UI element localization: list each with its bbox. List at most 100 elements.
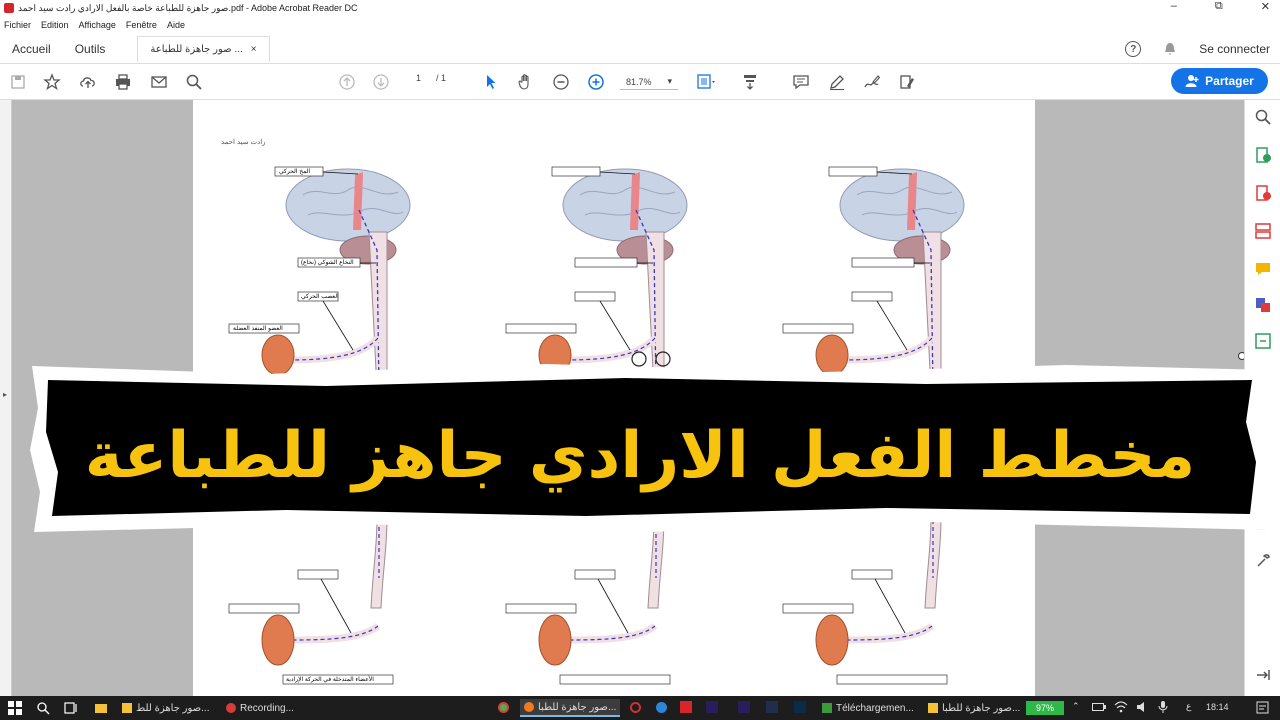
- save-icon[interactable]: [8, 72, 28, 92]
- combine-files-icon[interactable]: [1254, 296, 1272, 314]
- edge-icon[interactable]: [656, 702, 667, 713]
- bell-icon[interactable]: [1163, 42, 1177, 56]
- task-view-icon[interactable]: [64, 701, 78, 715]
- tools-more-icon[interactable]: [1254, 552, 1272, 570]
- taskbar-item-label: Recording...: [240, 702, 294, 714]
- acrobat-icon: [4, 3, 14, 13]
- notifications-icon[interactable]: [1256, 701, 1269, 714]
- minimize-button[interactable]: –: [1171, 0, 1177, 13]
- title-bar: صور جاهزة للطباعة خاصة بالفعل الارادي را…: [0, 0, 1280, 16]
- edit-tools-icon[interactable]: [897, 72, 917, 92]
- menu-affichage[interactable]: Affichage: [79, 20, 116, 30]
- expand-panel-icon[interactable]: ▸: [3, 390, 7, 399]
- firefox-icon: [524, 702, 534, 712]
- tab-tools[interactable]: Outils: [63, 34, 118, 64]
- download-icon: [822, 703, 832, 713]
- close-button[interactable]: ✕: [1261, 0, 1270, 13]
- photoshop-icon[interactable]: [794, 701, 806, 713]
- taskbar-clock[interactable]: 18:14: [1206, 702, 1229, 712]
- menu-fichier[interactable]: Fichier: [4, 20, 31, 30]
- mail-icon[interactable]: [149, 72, 169, 92]
- taskbar-item-label: صور جاهزة للطبا...: [942, 702, 1021, 714]
- acrobat-taskbar-icon[interactable]: [680, 701, 692, 713]
- page-number-input[interactable]: 1: [416, 73, 421, 83]
- tab-document-label: صور جاهزة للطباعة ...: [150, 43, 243, 55]
- zoom-level-dropdown[interactable]: 81.7% ▾: [620, 74, 678, 90]
- file-explorer-icon[interactable]: [94, 701, 108, 715]
- pen-icon[interactable]: [827, 72, 847, 92]
- taskbar-item-label: صور جاهزة للطبا...: [538, 701, 617, 713]
- comment-icon[interactable]: [791, 72, 811, 92]
- select-cursor-icon[interactable]: [481, 72, 501, 92]
- left-panel-strip[interactable]: ▸: [0, 100, 12, 696]
- chrome-icon[interactable]: [498, 702, 509, 713]
- battery-icon[interactable]: [1092, 703, 1106, 711]
- hand-tool-icon[interactable]: [516, 72, 536, 92]
- wifi-icon[interactable]: [1114, 701, 1128, 713]
- share-button[interactable]: Partager: [1171, 68, 1268, 94]
- taskbar-search-icon[interactable]: [36, 701, 50, 715]
- create-pdf-icon[interactable]: [1254, 184, 1272, 202]
- sign-icon[interactable]: [862, 72, 882, 92]
- maximize-button[interactable]: ⧉: [1215, 0, 1223, 13]
- tab-document[interactable]: صور جاهزة للطباعة ... ×: [137, 35, 270, 62]
- menu-aide[interactable]: Aide: [167, 20, 185, 30]
- help-icon[interactable]: ?: [1125, 41, 1142, 57]
- zoom-in-icon[interactable]: [586, 72, 606, 92]
- menu-bar: Fichier Edition Affichage Fenêtre Aide: [0, 16, 1280, 34]
- collapse-panel-icon[interactable]: [1254, 666, 1272, 684]
- taskbar-item-acrobat[interactable]: صور جاهزة للطبا...: [924, 699, 1024, 717]
- language-indicator[interactable]: ع: [1186, 701, 1191, 712]
- export-pdf-icon[interactable]: [1254, 146, 1272, 164]
- share-label: Partager: [1205, 74, 1254, 88]
- tab-close-icon[interactable]: ×: [251, 44, 257, 55]
- search-icon[interactable]: [184, 72, 204, 92]
- banner-title: مخطط الفعل الارادي جاهز للطباعة: [84, 419, 1196, 493]
- battery-indicator[interactable]: 97%: [1026, 701, 1064, 715]
- taskbar: صور جاهزة للط... Recording... صور جاهزة …: [0, 696, 1280, 720]
- taskbar-item-recording[interactable]: Recording...: [222, 699, 298, 717]
- tab-home[interactable]: Accueil: [0, 34, 63, 64]
- zoom-level-value: 81.7%: [626, 76, 652, 87]
- mic-icon[interactable]: [1158, 701, 1168, 713]
- label-footer: الأعضاء المتدخلة في الحركة الإرادية: [286, 677, 374, 683]
- label-motor-nerve: العصب الحركي: [301, 294, 339, 300]
- menu-fenetre[interactable]: Fenêtre: [126, 20, 157, 30]
- fill-sign-icon[interactable]: [1254, 332, 1272, 350]
- star-icon[interactable]: [42, 72, 62, 92]
- taskbar-item-downloads[interactable]: Téléchargemen...: [818, 699, 918, 717]
- toolbar: 1 / 1 81.7% ▾: [0, 64, 1280, 100]
- upload-cloud-icon[interactable]: [78, 72, 98, 92]
- premiere-icon[interactable]: [738, 701, 750, 713]
- fit-page-icon[interactable]: [696, 72, 716, 92]
- label-motor-cortex: المخ الحركي: [279, 169, 311, 175]
- organize-pages-icon[interactable]: [1254, 222, 1272, 240]
- recording-icon: [226, 703, 236, 713]
- sign-in-link[interactable]: Se connecter: [1199, 42, 1270, 56]
- taskbar-item-folder[interactable]: صور جاهزة للط...: [118, 699, 214, 717]
- page-up-icon[interactable]: [337, 72, 357, 92]
- comment-panel-icon[interactable]: [1254, 260, 1272, 278]
- label-spinal-cord: النخاع الشوكي (نخاع): [301, 260, 354, 266]
- header-right: ? Se connecter: [1125, 34, 1270, 64]
- after-effects-icon[interactable]: [706, 701, 718, 713]
- window-controls: – ⧉ ✕: [1171, 0, 1270, 13]
- opera-icon[interactable]: [630, 702, 641, 713]
- zoom-out-icon[interactable]: [551, 72, 571, 92]
- add-user-icon: [1185, 75, 1199, 87]
- windows-start-icon[interactable]: [8, 701, 22, 715]
- print-icon[interactable]: [113, 72, 133, 92]
- zoom-search-icon[interactable]: [1254, 108, 1272, 126]
- taskbar-item-label: صور جاهزة للط...: [136, 702, 210, 714]
- media-encoder-icon[interactable]: [766, 701, 778, 713]
- page-down-icon[interactable]: [371, 72, 391, 92]
- taskbar-item-label: Téléchargemen...: [836, 702, 914, 714]
- label-muscle: العضو المنفذ العضلة: [233, 326, 283, 332]
- taskbar-item-firefox[interactable]: صور جاهزة للطبا...: [520, 699, 621, 717]
- volume-icon[interactable]: [1136, 701, 1150, 713]
- chevron-up-icon[interactable]: ⌃: [1072, 701, 1080, 712]
- window-title: صور جاهزة للطباعة خاصة بالفعل الارادي را…: [18, 2, 358, 13]
- chevron-down-icon: ▾: [667, 76, 672, 86]
- menu-edition[interactable]: Edition: [41, 20, 69, 30]
- scroll-mode-icon[interactable]: [740, 72, 760, 92]
